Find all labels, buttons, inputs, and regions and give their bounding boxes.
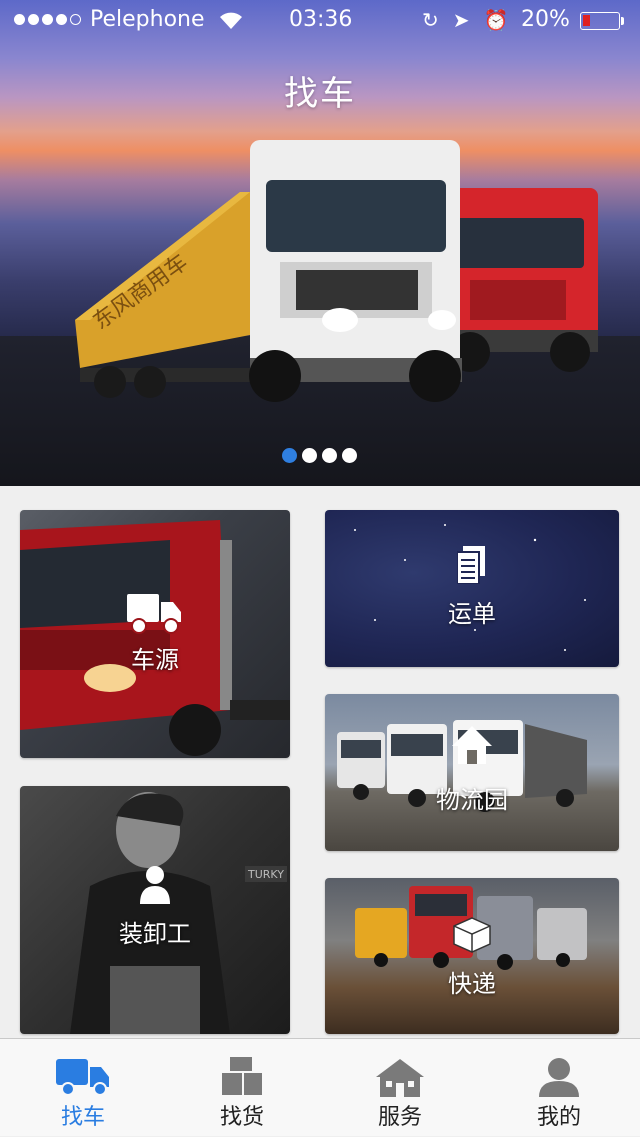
page-dot[interactable]: [302, 448, 317, 463]
tile-loader-image: [70, 792, 287, 1034]
tab-bar: 找车 找货 服务 我的: [0, 1038, 640, 1136]
tab-find-cargo[interactable]: 找货: [162, 1039, 322, 1137]
page-dot[interactable]: [342, 448, 357, 463]
signal-strength-icon: [14, 14, 81, 25]
carrier-name: Pelephone: [90, 7, 205, 32]
document-icon: [457, 546, 485, 584]
person-icon: [539, 1058, 579, 1097]
package-icon: [453, 917, 491, 953]
page-indicator[interactable]: [282, 448, 357, 463]
truck-icon: [56, 1059, 109, 1096]
status-time: 03:36: [289, 7, 353, 32]
tile-vehicle-source[interactable]: 车源: [20, 510, 290, 758]
tab-label: 找货: [219, 1105, 264, 1130]
battery-percent: 20%: [521, 7, 570, 32]
tab-mine[interactable]: 我的: [479, 1039, 639, 1137]
tile-express[interactable]: 快递: [325, 878, 619, 1034]
tile-label-express: 快递: [448, 970, 496, 998]
tab-label: 找车: [60, 1105, 105, 1130]
wifi-icon: [220, 12, 242, 29]
worker-icon: [140, 866, 170, 904]
page-dot[interactable]: [322, 448, 337, 463]
tab-find-vehicle[interactable]: 找车: [3, 1039, 163, 1137]
tile-logistics-park[interactable]: 物流园: [325, 694, 619, 851]
truck-icon: [127, 594, 181, 634]
building-icon: [376, 1059, 424, 1097]
battery-level: [583, 15, 590, 26]
rotation-lock-icon: ↻: [422, 8, 439, 32]
sign-text: TURKY: [248, 868, 284, 881]
battery-icon: [580, 12, 620, 30]
boxes-icon: [222, 1057, 262, 1095]
battery-tip: [621, 17, 624, 25]
tile-vehicle-image: [20, 520, 290, 756]
tab-service[interactable]: 服务: [320, 1039, 480, 1137]
page-title: 找车: [284, 74, 356, 114]
tile-logistics-image: [337, 720, 587, 812]
tile-waybill[interactable]: 运单: [325, 510, 619, 667]
tab-label: 我的: [536, 1105, 581, 1130]
tab-label: 服务: [377, 1105, 422, 1130]
page-dot[interactable]: [282, 448, 297, 463]
tile-label-logistics-park: 物流园: [436, 786, 508, 814]
hero-truck-image: 东风商用车: [75, 140, 598, 402]
hero-banner[interactable]: 东风商用车 Pelephone 03:36 ↻ ➤ ⏰ 20% 找车: [0, 0, 640, 486]
location-arrow-icon: ➤: [452, 8, 470, 32]
status-bar: Pelephone 03:36 ↻ ➤ ⏰ 20%: [0, 0, 640, 42]
tile-loader[interactable]: TURKY 装卸工: [20, 786, 290, 1034]
tile-label-loader: 装卸工: [119, 920, 191, 948]
house-icon: [452, 726, 492, 764]
starfield-image: [354, 524, 586, 651]
tile-express-image: [355, 886, 587, 970]
alarm-clock-icon: ⏰: [483, 8, 509, 32]
tile-label-vehicle-source: 车源: [131, 646, 179, 674]
tile-label-waybill: 运单: [448, 600, 496, 628]
